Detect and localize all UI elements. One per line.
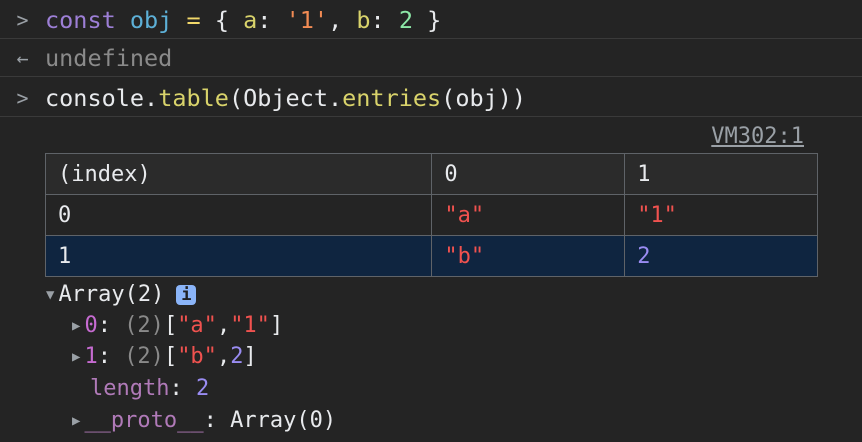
cell: 0	[44, 194, 433, 236]
console-input-line: > console.table(Object.entries(obj))	[0, 79, 862, 117]
collapsed-triangle-icon[interactable]: ▶	[72, 413, 80, 429]
table-header: (index) 0 1	[44, 153, 818, 195]
console-table: (index) 0 1 0 "a" "1" 1 "b" 2	[44, 153, 818, 277]
table-row[interactable]: 0 "a" "1"	[44, 194, 818, 236]
cell: "1"	[624, 194, 818, 236]
prompt-chevron-icon: >	[16, 85, 29, 110]
cell: "a"	[431, 194, 626, 236]
console-result-line: ← undefined	[0, 39, 862, 77]
column-header[interactable]: 0	[431, 153, 626, 195]
code: console.table(Object.entries(obj))	[45, 83, 527, 112]
cell: 1	[44, 235, 433, 277]
cell: "b"	[431, 235, 626, 277]
tree-length: length: 2	[90, 376, 210, 401]
collapsed-triangle-icon[interactable]: ▶	[72, 349, 80, 365]
tree-item[interactable]: ▶ 1: (2) ["b", 2]	[72, 341, 257, 372]
console-input-line: > const obj = { a: '1', b: 2 }	[0, 1, 862, 39]
collapsed-triangle-icon[interactable]: ▶	[72, 318, 80, 334]
column-header[interactable]: (index)	[44, 153, 433, 195]
array-tree-root[interactable]: ▼ Array(2) i	[46, 279, 197, 310]
result-arrow-icon: ←	[16, 45, 29, 70]
info-icon[interactable]: i	[176, 284, 197, 305]
result-value: undefined	[45, 43, 173, 72]
code: const obj = { a: '1', b: 2 }	[45, 5, 442, 34]
tree-item[interactable]: ▶ 0: (2) ["a", "1"]	[72, 310, 283, 341]
source-link[interactable]: VM302:1	[711, 124, 804, 149]
column-header[interactable]: 1	[624, 153, 818, 195]
table-row[interactable]: 1 "b" 2	[44, 235, 818, 277]
prompt-chevron-icon: >	[16, 7, 29, 32]
cell: 2	[624, 235, 818, 277]
tree-proto[interactable]: ▶ __proto__: Array(0)	[72, 405, 336, 436]
expanded-triangle-icon[interactable]: ▼	[46, 287, 54, 303]
